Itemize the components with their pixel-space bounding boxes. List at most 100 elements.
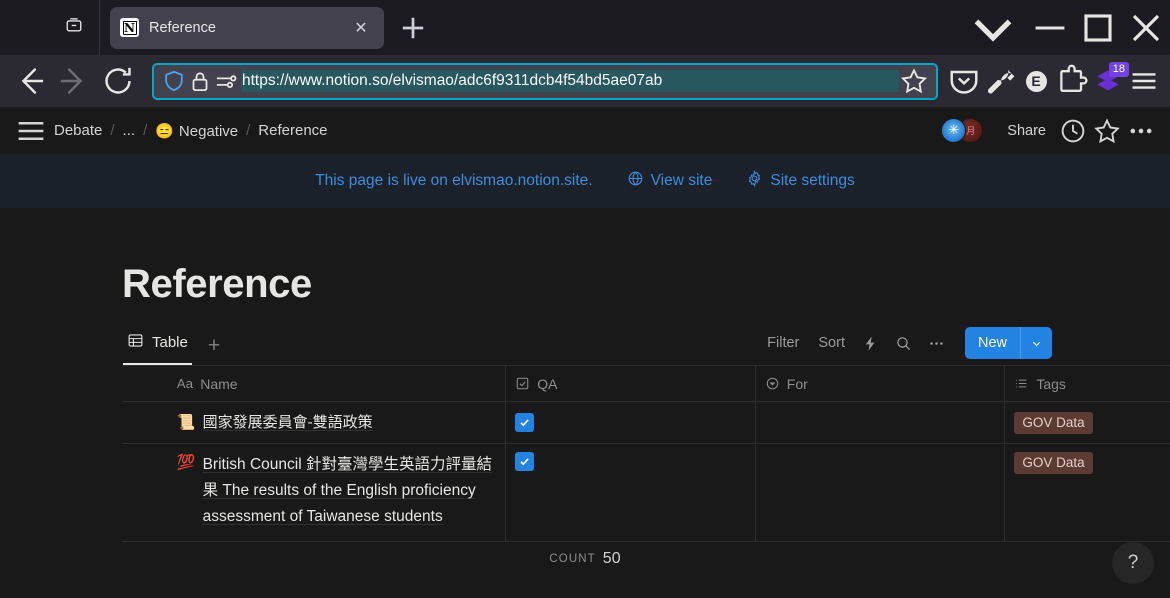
column-label: For bbox=[786, 375, 808, 392]
notion-icon: N bbox=[120, 18, 139, 37]
add-view-button[interactable]: + bbox=[192, 335, 230, 365]
tag-pill: GOV Data bbox=[1014, 452, 1093, 474]
checkbox-checked[interactable] bbox=[515, 452, 535, 471]
breadcrumb-separator: / bbox=[143, 122, 148, 139]
breadcrumb-label: Negative bbox=[178, 122, 239, 140]
url-input[interactable]: https://www.notion.so/elvismao/adc6f9311… bbox=[241, 70, 899, 92]
table-footer-count[interactable]: COUNT 50 bbox=[0, 542, 1170, 576]
new-button-group[interactable]: New bbox=[964, 327, 1052, 359]
count-value: 50 bbox=[602, 550, 621, 567]
cell-qa[interactable] bbox=[506, 402, 756, 443]
banner-message: This page is live on elvismao.notion.sit… bbox=[315, 172, 593, 189]
account-letter: E bbox=[1025, 70, 1047, 92]
site-permissions-icon[interactable] bbox=[213, 68, 239, 94]
sort-button[interactable]: Sort bbox=[810, 330, 853, 356]
breadcrumb-item-ellipsis[interactable]: ... bbox=[117, 119, 142, 142]
table-row[interactable]: 💯 British Council 針對臺灣學生英語力評量結果 The resu… bbox=[122, 444, 1170, 542]
checkbox-checked[interactable] bbox=[515, 413, 535, 432]
view-site-label: View site bbox=[650, 172, 713, 189]
select-icon bbox=[765, 376, 780, 391]
breadcrumb-item-negative[interactable]: 😑 Negative bbox=[149, 119, 244, 143]
tabstrip-spacer bbox=[0, 0, 48, 55]
browser-navigation-bar: https://www.notion.so/elvismao/adc6f9311… bbox=[0, 55, 1170, 107]
back-button[interactable] bbox=[12, 63, 48, 99]
column-header-qa[interactable]: QA bbox=[506, 366, 756, 401]
title-icon: Aa bbox=[176, 376, 194, 391]
avatar: ✳ bbox=[941, 117, 967, 143]
row-gutter bbox=[122, 402, 168, 443]
column-header-for[interactable]: For bbox=[756, 366, 1006, 401]
pocket-icon[interactable] bbox=[946, 63, 982, 99]
site-live-banner: This page is live on elvismao.notion.sit… bbox=[0, 154, 1170, 208]
tag-pill: GOV Data bbox=[1014, 411, 1093, 434]
favorite-star-icon[interactable] bbox=[1092, 116, 1122, 146]
collaborator-avatars[interactable]: 月 ✳ bbox=[941, 117, 985, 144]
checkbox-icon bbox=[515, 376, 530, 391]
view-site-link[interactable]: View site bbox=[627, 170, 713, 192]
clock-icon[interactable] bbox=[1058, 116, 1088, 146]
cell-for[interactable] bbox=[756, 444, 1006, 541]
extensions-icon[interactable] bbox=[1054, 63, 1090, 99]
table-row[interactable]: 📜 國家發展委員會-雙語政策 GOV Data bbox=[122, 402, 1170, 444]
filter-button[interactable]: Filter bbox=[759, 330, 807, 356]
lock-icon[interactable] bbox=[187, 68, 213, 94]
hundred-points-emoji: 💯 bbox=[176, 454, 196, 471]
help-button[interactable]: ? bbox=[1112, 542, 1154, 584]
browser-tab-reference[interactable]: N Reference ✕ bbox=[110, 6, 384, 49]
breadcrumb-separator: / bbox=[110, 122, 115, 139]
cell-tags[interactable]: GOV Data bbox=[1005, 444, 1170, 541]
chevron-down-icon[interactable] bbox=[960, 0, 1026, 55]
column-label: QA bbox=[537, 375, 558, 392]
column-header-tags[interactable]: Tags bbox=[1005, 366, 1170, 401]
more-horizontal-icon[interactable] bbox=[1126, 116, 1156, 146]
notion-top-bar-actions: 月 ✳ Share bbox=[941, 116, 1156, 146]
row-title[interactable]: 國家發展委員會-雙語政策 bbox=[203, 410, 373, 436]
page-title[interactable]: Reference bbox=[122, 208, 1170, 319]
row-title[interactable]: British Council 針對臺灣學生英語力評量結果 The result… bbox=[203, 452, 497, 530]
close-window-button[interactable] bbox=[1122, 0, 1170, 55]
cell-name[interactable]: 💯 British Council 針對臺灣學生英語力評量結果 The resu… bbox=[168, 444, 507, 541]
breadcrumb-item-reference[interactable]: Reference bbox=[252, 119, 333, 142]
view-tab-table[interactable]: Table bbox=[123, 332, 192, 365]
share-button[interactable]: Share bbox=[999, 118, 1054, 144]
gear-icon bbox=[746, 170, 763, 192]
browser-menu-button[interactable] bbox=[1126, 63, 1162, 99]
row-gutter bbox=[122, 444, 168, 541]
column-label: Tags bbox=[1036, 375, 1066, 392]
wrench-icon[interactable] bbox=[982, 63, 1018, 99]
globe-icon bbox=[627, 170, 644, 192]
search-icon[interactable] bbox=[889, 329, 919, 357]
more-horizontal-icon[interactable] bbox=[922, 329, 952, 357]
multi-select-icon bbox=[1014, 376, 1029, 391]
lightning-icon[interactable] bbox=[856, 329, 886, 357]
tab-title: Reference bbox=[149, 19, 216, 36]
maximize-button[interactable] bbox=[1074, 0, 1122, 55]
downloads-icon[interactable]: 18 bbox=[1090, 62, 1129, 99]
new-button[interactable]: New bbox=[965, 335, 1020, 351]
column-header-name[interactable]: Aa Name bbox=[168, 366, 507, 401]
site-settings-label: Site settings bbox=[770, 172, 855, 189]
cell-name[interactable]: 📜 國家發展委員會-雙語政策 bbox=[168, 402, 507, 443]
account-button[interactable]: E bbox=[1018, 63, 1054, 99]
cell-tags[interactable]: GOV Data bbox=[1005, 402, 1170, 443]
page-content: Reference Table + Filter Sort New Aa Nam… bbox=[0, 208, 1170, 542]
database-toolbar: Filter Sort New bbox=[759, 327, 1052, 365]
site-settings-link[interactable]: Site settings bbox=[746, 170, 855, 192]
cell-qa[interactable] bbox=[506, 444, 756, 541]
chevron-down-icon[interactable] bbox=[1020, 327, 1052, 359]
sidebar-toggle-icon[interactable] bbox=[14, 114, 48, 148]
reload-button[interactable] bbox=[100, 63, 136, 99]
minimize-button[interactable] bbox=[1026, 0, 1074, 55]
cell-for[interactable] bbox=[756, 402, 1006, 443]
bookmark-star-icon[interactable] bbox=[899, 66, 929, 96]
new-tab-button[interactable] bbox=[396, 11, 430, 45]
shield-icon[interactable] bbox=[161, 68, 187, 94]
breadcrumb-item-debate[interactable]: Debate bbox=[48, 119, 108, 142]
forward-button[interactable] bbox=[56, 63, 92, 99]
tab-list-button[interactable] bbox=[48, 0, 100, 55]
window-controls bbox=[960, 0, 1170, 55]
address-bar[interactable]: https://www.notion.so/elvismao/adc6f9311… bbox=[152, 62, 938, 100]
close-icon[interactable]: ✕ bbox=[348, 15, 374, 41]
column-label: Name bbox=[200, 375, 238, 392]
table-icon bbox=[127, 332, 144, 353]
